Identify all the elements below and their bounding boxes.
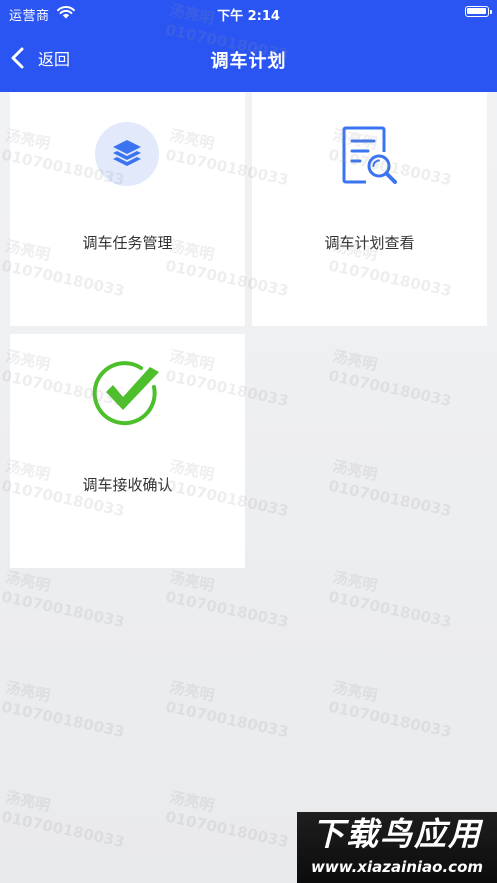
- watermark: 汤亮明010700180033: [0, 677, 127, 742]
- watermark: 汤亮明010700180033: [0, 567, 127, 632]
- nav-bar: 返回 调车计划: [0, 30, 497, 86]
- logo-url: www.xiazainiao.com: [310, 858, 484, 876]
- page-title: 调车计划: [210, 51, 287, 72]
- watermark: 汤亮明010700180033: [326, 567, 454, 632]
- watermark: 汤亮明010700180033: [326, 677, 454, 742]
- card-task-management[interactable]: 调车任务管理: [10, 92, 245, 326]
- watermark: 汤亮明010700180033: [163, 677, 291, 742]
- battery-icon: [465, 6, 492, 17]
- card-label: 调车任务管理: [82, 234, 173, 252]
- layers-icon: [95, 122, 159, 186]
- card-label: 调车计划查看: [324, 234, 415, 252]
- card-receive-confirm[interactable]: 调车接收确认: [10, 334, 245, 568]
- document-search-icon: [342, 126, 397, 184]
- card-label: 调车接收确认: [82, 476, 173, 494]
- watermark: 汤亮明010700180033: [326, 456, 454, 521]
- card-plan-view[interactable]: 调车计划查看: [252, 92, 487, 326]
- logo-text: 下载鸟应用: [311, 815, 482, 853]
- watermark: 汤亮明010700180033: [326, 346, 454, 411]
- watermark: 汤亮明010700180033: [163, 567, 291, 632]
- status-bar: 运营商 下午 2:14: [0, 0, 497, 26]
- header: 运营商 下午 2:14 返回 调车计划: [0, 0, 497, 92]
- check-circle-icon: [92, 361, 159, 426]
- watermark: 汤亮明010700180033: [0, 787, 127, 852]
- watermark: 汤亮明010700180033: [163, 787, 291, 852]
- corner-logo: 下载鸟应用 www.xiazainiao.com: [297, 812, 497, 883]
- clock: 下午 2:14: [217, 9, 280, 24]
